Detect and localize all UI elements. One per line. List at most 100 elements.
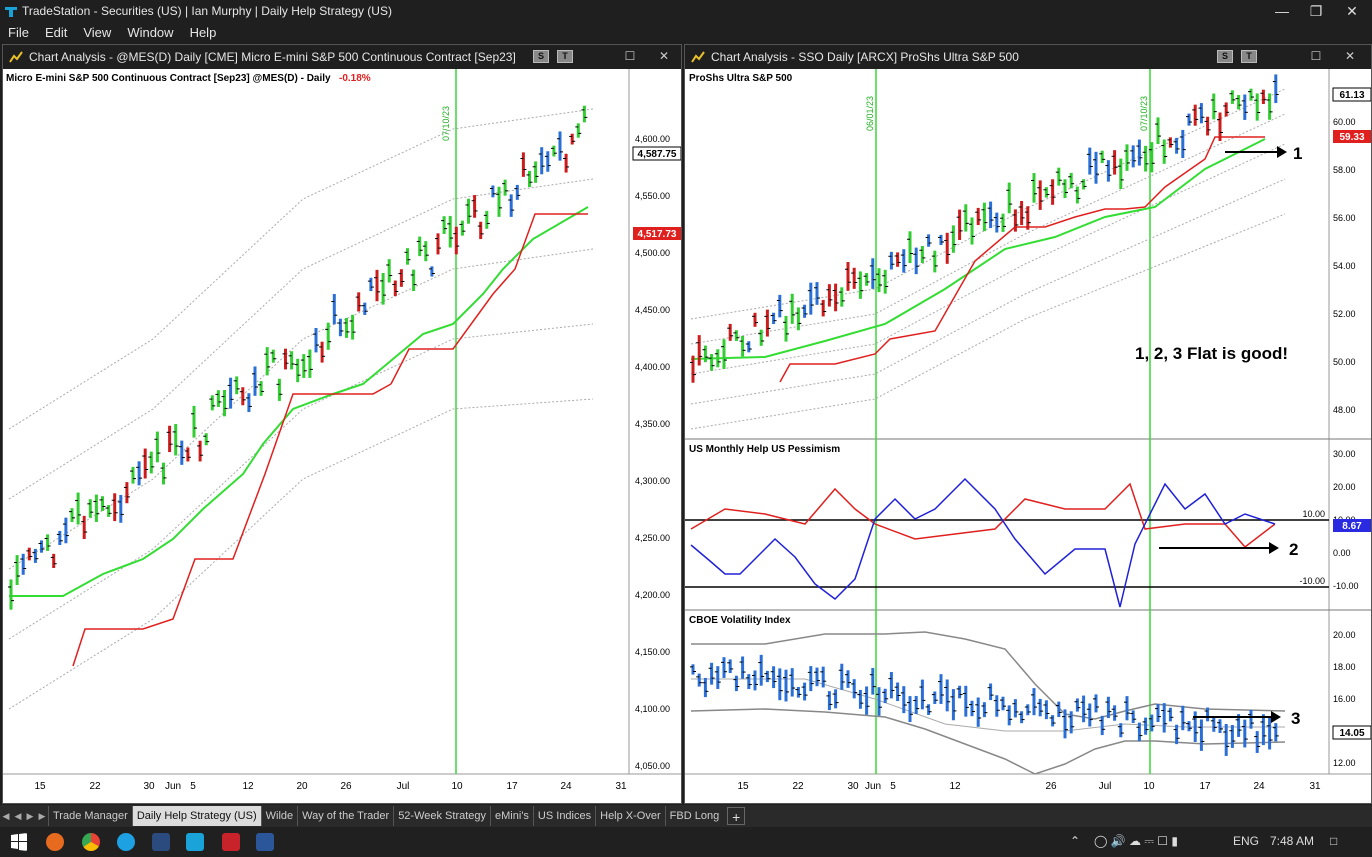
sub1-y-tick: -10.00 [1333,581,1359,591]
minimize-icon[interactable]: — [1266,0,1298,22]
close-icon[interactable]: ✕ [1336,0,1368,22]
left-y-tick: 4,100.00 [635,704,670,714]
left-x-tick: 30 [143,781,155,792]
chart-note: 1, 2, 3 Flat is good! [1135,344,1288,363]
left-y-tick: 4,450.00 [635,305,670,315]
tab-way-of-the-trader[interactable]: Way of the Trader [297,806,393,826]
left-y-tick: 4,400.00 [635,362,670,372]
sub2-title: CBOE Volatility Index [689,615,791,626]
left-legend-change: -0.18% [339,73,371,84]
right-y-tick: 50.00 [1333,357,1356,367]
left-x-tick: 31 [615,781,627,792]
app-icon[interactable] [152,833,170,851]
clock[interactable]: 7:48 AM [1270,834,1314,848]
windows-taskbar: ⌃ ◯ 🔊 ☁ ⎓ ☐ ▮ ENG 7:48 AM □ [0,827,1372,857]
restore-icon[interactable]: ❐ [1300,0,1332,22]
right-y-tick: 48.00 [1333,405,1356,415]
menu-edit[interactable]: Edit [37,25,75,40]
right-price-badge: 61.13 [1339,90,1364,101]
sub1-y-tick: 0.00 [1333,548,1351,558]
left-chart-window: Chart Analysis - @MES(D) Daily [CME] Mic… [2,44,682,804]
right-x-tick: 12 [949,781,961,792]
app-red-icon[interactable] [222,833,240,851]
window-context: Securities (US) [100,4,182,18]
menu-help[interactable]: Help [182,25,225,40]
tab-daily-help-strategy[interactable]: Daily Help Strategy (US) [131,806,261,826]
right-y-tick: 60.00 [1333,117,1356,127]
right-y-tick: 56.00 [1333,213,1356,223]
right-x-tick: Jul [1099,781,1112,792]
left-y-tick: 4,300.00 [635,476,670,486]
right-time-link-button[interactable]: T [1241,50,1257,63]
tab-wilde[interactable]: Wilde [260,806,298,826]
left-close-icon[interactable]: ✕ [655,48,673,64]
right-x-tick: 22 [792,781,804,792]
menu-file[interactable]: File [0,25,37,40]
left-x-tick: 20 [296,781,308,792]
windows-start-icon[interactable] [10,833,28,851]
annotation-2: 2 [1289,540,1298,559]
left-x-tick: 12 [242,781,254,792]
left-symbol-link-button[interactable]: S [533,50,549,63]
first-tab-icon[interactable]: ◀ [0,811,12,822]
tab-fbd-long[interactable]: FBD Long [664,806,724,826]
right-chart-title: Chart Analysis - SSO Daily [ARCX] ProShs… [711,50,1019,64]
firefox-icon[interactable] [46,833,64,851]
annotation-1: 1 [1293,144,1302,163]
right-symbol-link-button[interactable]: S [1217,50,1233,63]
menu-window[interactable]: Window [119,25,181,40]
right-price-chart[interactable]: ProShs Ultra S&P 500 06/01/23 07/10/23 6… [685,69,1371,803]
prev-tab-icon[interactable]: ◀ [12,811,24,822]
left-x-tick: 5 [190,781,196,792]
tray-chevron-icon[interactable]: ⌃ [1070,834,1080,848]
tradestation-taskbar-icon[interactable] [186,833,204,851]
tab-52-week-strategy[interactable]: 52-Week Strategy [393,806,490,826]
tray-icons[interactable]: ◯ 🔊 ☁ ⎓ ☐ ▮ [1094,834,1178,849]
left-maximize-icon[interactable]: ☐ [621,48,639,64]
tab-eminis[interactable]: eMini's [490,806,533,826]
word-icon[interactable] [256,833,274,851]
sub2-badge: 14.05 [1339,728,1364,739]
right-x-tick: 5 [890,781,896,792]
sub2-y-tick: 16.00 [1333,694,1356,704]
menu-view[interactable]: View [75,25,119,40]
notification-icon[interactable]: □ [1330,834,1337,848]
left-x-tick: 10 [451,781,463,792]
workspace-tabs: ◀ ◀ ▶ ▶ Trade Manager Daily Help Strateg… [0,805,1372,827]
left-stop-badge: 4,517.73 [638,229,677,240]
right-close-icon[interactable]: ✕ [1341,48,1359,64]
right-x-tick: 15 [737,781,749,792]
right-maximize-icon[interactable]: ☐ [1307,48,1325,64]
next-tab-icon[interactable]: ▶ [24,811,36,822]
chart-analysis-icon [9,51,23,63]
edge-icon[interactable] [117,833,135,851]
sub1-y-tick: 20.00 [1333,482,1356,492]
add-tab-icon[interactable]: + [727,807,746,825]
left-time-link-button[interactable]: T [557,50,573,63]
chart-analysis-icon [691,51,705,63]
sub1-badge: 8.67 [1342,521,1362,532]
right-x-tick: 17 [1199,781,1211,792]
sub1-y-tick: 30.00 [1333,449,1356,459]
left-y-tick: 4,500.00 [635,248,670,258]
tab-us-indices[interactable]: US Indices [532,806,595,826]
right-y-tick: 58.00 [1333,165,1356,175]
right-x-tick: 26 [1045,781,1057,792]
left-price-badge: 4,587.75 [638,149,677,160]
chrome-icon[interactable] [82,833,100,851]
right-x-tick: 10 [1143,781,1155,792]
tab-help-x-over[interactable]: Help X-Over [595,806,665,826]
language-indicator[interactable]: ENG [1233,834,1259,848]
left-price-chart[interactable]: Micro E-mini S&P 500 Continuous Contract… [3,69,681,803]
right-x-tick: 24 [1253,781,1265,792]
title-bar: TradeStation - Securities (US) | Ian Mur… [0,0,1372,22]
left-y-tick: 4,200.00 [635,590,670,600]
tab-trade-manager[interactable]: Trade Manager [48,806,132,826]
right-stop-badge: 59.33 [1339,132,1364,143]
sub2-y-tick: 12.00 [1333,758,1356,768]
left-y-tick: 4,150.00 [635,647,670,657]
last-tab-icon[interactable]: ▶ [36,811,48,822]
sub1-level-lo: -10.00 [1299,576,1325,586]
right-x-tick: 30 [847,781,859,792]
right-x-tick: 31 [1309,781,1321,792]
